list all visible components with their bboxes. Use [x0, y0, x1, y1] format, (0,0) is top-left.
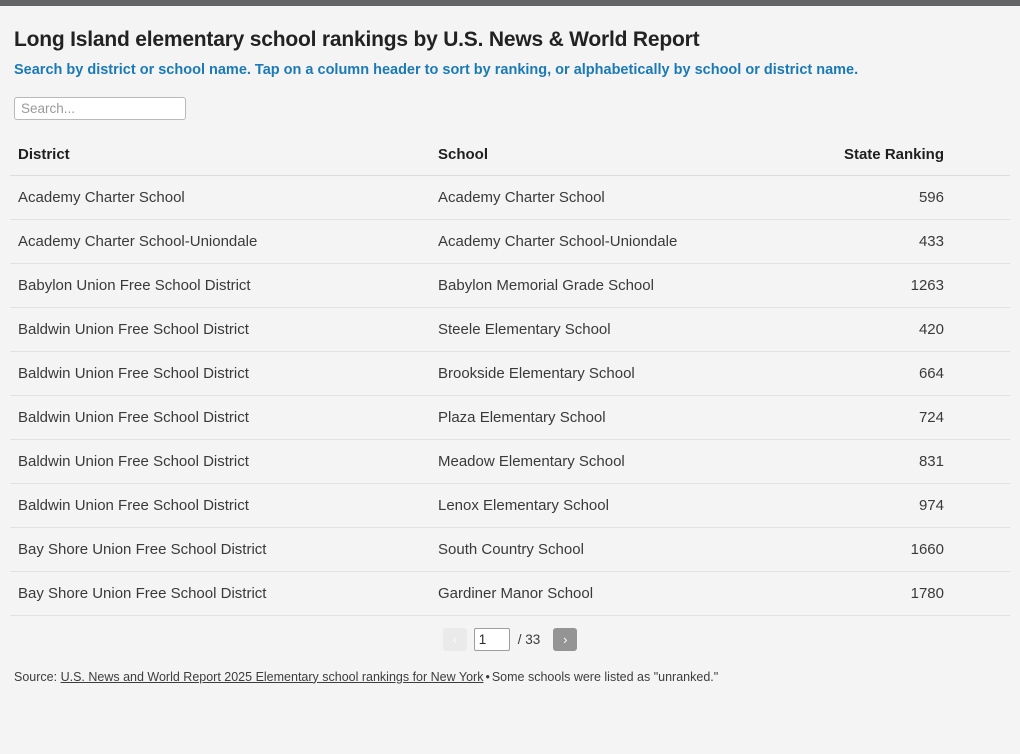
cell-district: Academy Charter School-Uniondale: [10, 219, 430, 264]
cell-district: Baldwin Union Free School District: [10, 351, 430, 396]
table-row[interactable]: Baldwin Union Free School District Steel…: [10, 307, 1010, 352]
cell-state-ranking: 1780: [830, 571, 1010, 616]
pagination: ‹ / 33 ›: [10, 627, 1010, 651]
cell-school: Meadow Elementary School: [430, 439, 830, 484]
cell-state-ranking: 974: [830, 483, 1010, 528]
rankings-table: District School State Ranking Academy Ch…: [10, 141, 1010, 616]
cell-district: Baldwin Union Free School District: [10, 307, 430, 352]
table-row[interactable]: Babylon Union Free School District Babyl…: [10, 263, 1010, 308]
source-line: Source: U.S. News and World Report 2025 …: [14, 669, 1010, 685]
table-row[interactable]: Bay Shore Union Free School District Sou…: [10, 527, 1010, 572]
cell-state-ranking: 596: [830, 175, 1010, 220]
cell-state-ranking: 433: [830, 219, 1010, 264]
page-title: Long Island elementary school rankings b…: [14, 28, 700, 51]
top-bar: [0, 0, 1020, 6]
cell-district: Baldwin Union Free School District: [10, 395, 430, 440]
page-number-input[interactable]: [473, 627, 510, 651]
table-row[interactable]: Academy Charter School-Uniondale Academy…: [10, 219, 1010, 264]
cell-state-ranking: 831: [830, 439, 1010, 484]
page-subtitle: Search by district or school name. Tap o…: [14, 62, 859, 79]
table-row[interactable]: Baldwin Union Free School District Plaza…: [10, 395, 1010, 440]
cell-state-ranking: 1263: [830, 263, 1010, 308]
cell-school: Steele Elementary School: [430, 307, 830, 352]
column-header-district[interactable]: District: [10, 141, 430, 176]
table-row[interactable]: Academy Charter School Academy Charter S…: [10, 175, 1010, 220]
cell-state-ranking: 420: [830, 307, 1010, 352]
cell-school: Lenox Elementary School: [430, 483, 830, 528]
cell-school: South Country School: [430, 527, 830, 572]
cell-state-ranking: 724: [830, 395, 1010, 440]
cell-district: Babylon Union Free School District: [10, 263, 430, 308]
table-head: District School State Ranking: [10, 141, 1010, 176]
next-page-button[interactable]: ›: [553, 627, 578, 651]
rankings-table-wrapper: District School State Ranking Academy Ch…: [10, 141, 1010, 616]
table-body: Academy Charter School Academy Charter S…: [10, 175, 1010, 616]
cell-state-ranking: 664: [830, 351, 1010, 396]
table-row[interactable]: Baldwin Union Free School District Brook…: [10, 351, 1010, 396]
cell-district: Baldwin Union Free School District: [10, 439, 430, 484]
cell-school: Gardiner Manor School: [430, 571, 830, 616]
cell-school: Academy Charter School: [430, 175, 830, 220]
cell-state-ranking: 1660: [830, 527, 1010, 572]
source-link[interactable]: U.S. News and World Report 2025 Elementa…: [61, 670, 484, 684]
table-row[interactable]: Baldwin Union Free School District Meado…: [10, 439, 1010, 484]
table-header-row: District School State Ranking: [10, 141, 1010, 176]
cell-district: Bay Shore Union Free School District: [10, 527, 430, 572]
cell-school: Brookside Elementary School: [430, 351, 830, 396]
source-note: Some schools were listed as "unranked.": [491, 669, 719, 684]
cell-district: Academy Charter School: [10, 175, 430, 220]
search-input[interactable]: [14, 96, 186, 120]
previous-page-button[interactable]: ‹: [442, 627, 467, 651]
source-prefix: Source:: [14, 669, 61, 684]
column-header-state-ranking[interactable]: State Ranking: [830, 141, 1010, 176]
cell-district: Bay Shore Union Free School District: [10, 571, 430, 616]
page-container: Long Island elementary school rankings b…: [0, 28, 1020, 685]
table-row[interactable]: Bay Shore Union Free School District Gar…: [10, 571, 1010, 616]
chevron-left-icon: ‹: [452, 631, 457, 647]
search-row: [14, 96, 1010, 120]
column-header-school[interactable]: School: [430, 141, 830, 176]
cell-school: Babylon Memorial Grade School: [430, 263, 830, 308]
total-pages-label: / 33: [517, 631, 541, 647]
source-separator: •: [485, 669, 490, 684]
table-row[interactable]: Baldwin Union Free School District Lenox…: [10, 483, 1010, 528]
cell-district: Baldwin Union Free School District: [10, 483, 430, 528]
cell-school: Plaza Elementary School: [430, 395, 830, 440]
cell-school: Academy Charter School-Uniondale: [430, 219, 830, 264]
chevron-right-icon: ›: [563, 631, 568, 647]
